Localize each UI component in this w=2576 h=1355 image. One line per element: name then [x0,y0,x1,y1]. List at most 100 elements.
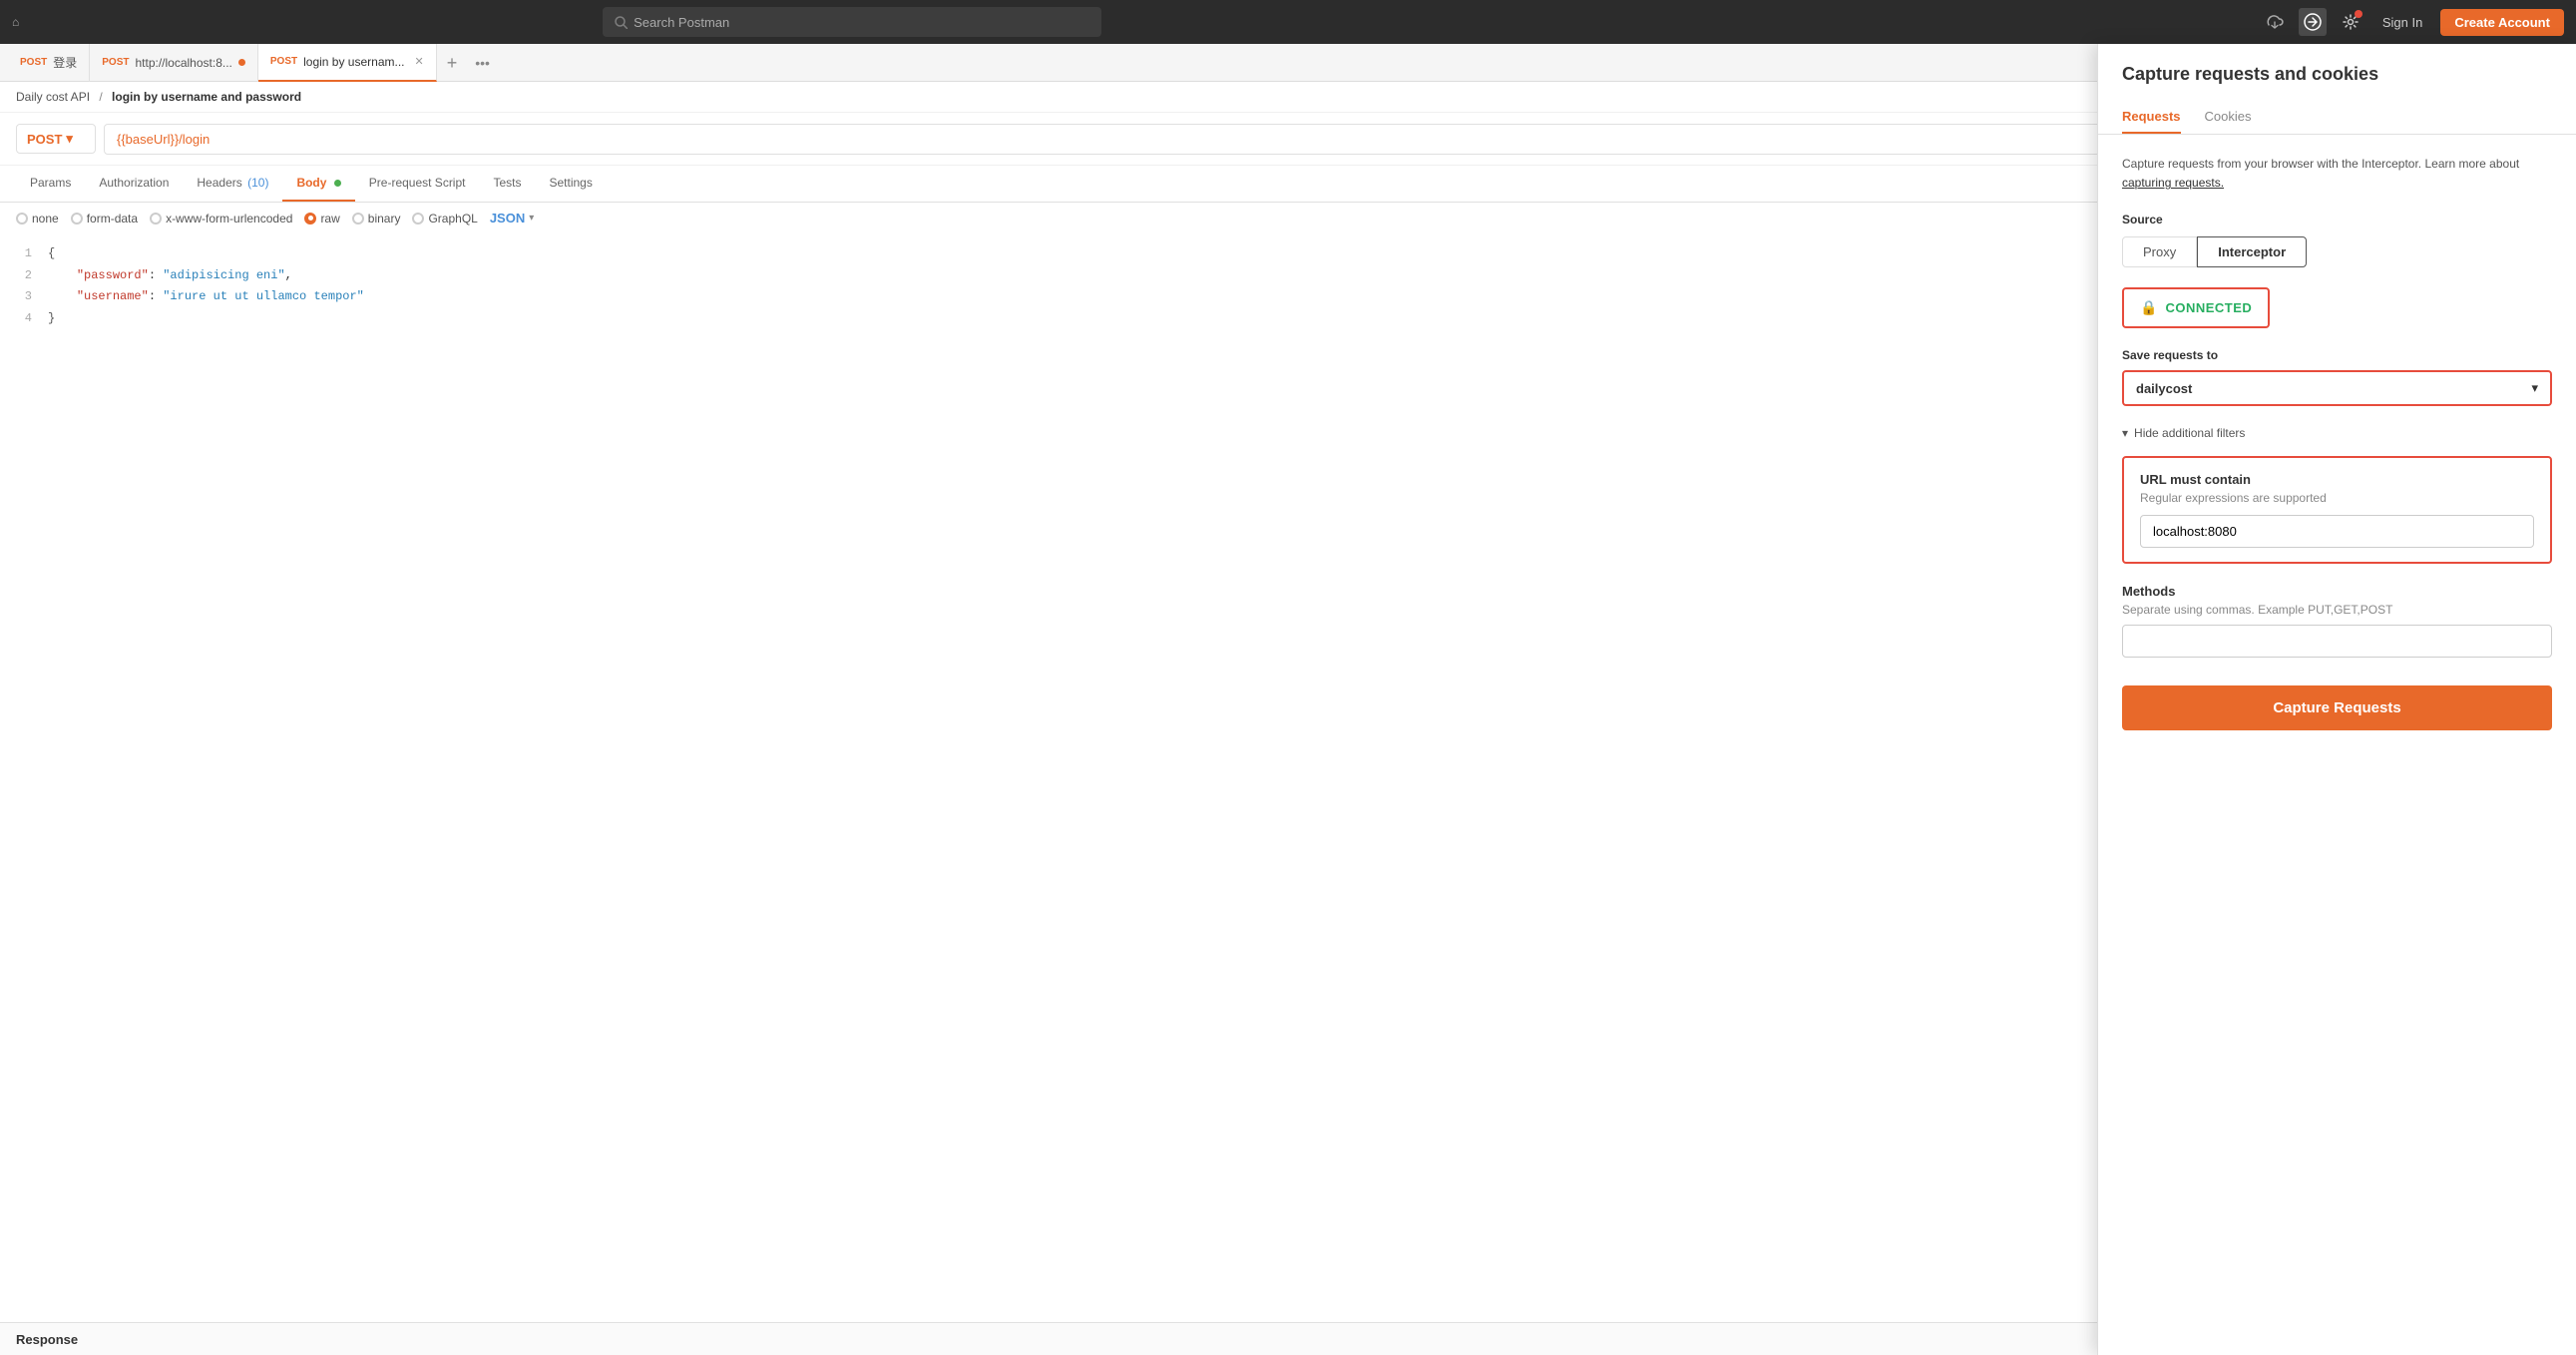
body-opt-formdata[interactable]: form-data [71,212,138,226]
tab-method-2: POST [270,56,297,67]
methods-subtitle: Separate using commas. Example PUT,GET,P… [2122,603,2552,617]
cloud-icon[interactable] [2261,8,2289,36]
tab-2[interactable]: POST login by usernam... ✕ [258,44,437,82]
method-select[interactable]: POST ▾ [16,124,96,154]
tab-0[interactable]: POST 登录 [8,44,90,82]
interceptor-icon[interactable] [2299,8,2327,36]
add-tab-button[interactable]: + [437,54,468,72]
body-opt-raw-label: raw [320,212,339,226]
url-filter-title: URL must contain [2140,472,2534,487]
tab-label-0: 登录 [53,54,77,71]
req-tab-headers[interactable]: Headers (10) [183,166,282,202]
source-interceptor-button[interactable]: Interceptor [2197,236,2307,267]
url-filter-subtitle: Regular expressions are supported [2140,491,2534,505]
save-select-value: dailycost [2136,381,2192,396]
topbar-right: Sign In Create Account [2261,8,2564,36]
body-active-dot [334,180,341,187]
radio-formdata-dot [71,213,83,225]
req-tab-settings-label: Settings [550,176,593,190]
req-tab-tests[interactable]: Tests [479,166,535,202]
connected-text: CONNECTED [2165,300,2252,315]
panel-body: Capture requests from your browser with … [2098,135,2576,750]
save-select-chevron-icon: ▾ [2531,380,2538,396]
methods-title: Methods [2122,584,2552,599]
source-proxy-button[interactable]: Proxy [2122,236,2197,267]
radio-raw-dot [304,213,316,225]
body-opt-urlencoded[interactable]: x-www-form-urlencoded [150,212,292,226]
req-tab-prerequest[interactable]: Pre-request Script [355,166,480,202]
panel-tabs: Requests Cookies [2098,101,2576,135]
signin-button[interactable]: Sign In [2374,11,2430,34]
source-interceptor-label: Interceptor [2218,244,2286,259]
methods-input[interactable] [2122,625,2552,658]
body-opt-formdata-label: form-data [87,212,138,226]
capture-requests-button[interactable]: Capture Requests [2122,685,2552,730]
save-select[interactable]: dailycost ▾ [2122,370,2552,406]
topbar: ⌂ Search Postman [0,0,2576,44]
response-label: Response [16,1332,78,1347]
method-chevron-icon: ▾ [66,131,73,147]
tab-dot-1 [238,59,245,66]
tab-label-1: http://localhost:8... [135,56,231,70]
capturing-link[interactable]: capturing requests. [2122,176,2224,190]
source-label: Source [2122,213,2552,226]
body-opt-binary[interactable]: binary [352,212,401,226]
search-placeholder: Search Postman [634,15,729,30]
breadcrumb-request: login by username and password [112,90,301,104]
req-tab-authorization[interactable]: Authorization [85,166,183,202]
body-opt-binary-label: binary [368,212,401,226]
format-selector[interactable]: JSON ▾ [490,211,534,226]
body-opt-urlencoded-label: x-www-form-urlencoded [166,212,292,226]
tab-close-2[interactable]: ✕ [415,55,424,68]
breadcrumb-collection[interactable]: Daily cost API [16,90,90,104]
req-tab-prerequest-label: Pre-request Script [369,176,466,190]
panel-description: Capture requests from your browser with … [2122,155,2552,193]
req-tab-tests-label: Tests [493,176,521,190]
settings-icon[interactable] [2337,8,2364,36]
home-icon[interactable]: ⌂ [12,15,19,29]
connected-badge[interactable]: 🔒 CONNECTED [2122,287,2270,328]
req-tab-params[interactable]: Params [16,166,85,202]
lock-icon: 🔒 [2140,299,2157,316]
req-tab-body-label: Body [296,176,326,190]
save-label: Save requests to [2122,348,2552,362]
body-opt-raw[interactable]: raw [304,212,339,226]
source-proxy-label: Proxy [2143,244,2176,259]
url-filter-input[interactable] [2140,515,2534,548]
source-buttons: Proxy Interceptor [2122,236,2552,267]
body-opt-graphql-label: GraphQL [428,212,477,226]
body-opt-graphql[interactable]: GraphQL [412,212,477,226]
more-tabs-button[interactable]: ••• [467,55,498,71]
url-input[interactable] [104,124,2406,155]
radio-graphql-dot [412,213,424,225]
body-opt-none-label: none [32,212,59,226]
methods-section: Methods Separate using commas. Example P… [2122,584,2552,658]
search-bar[interactable]: Search Postman [603,7,1101,37]
tab-method-0: POST [20,57,47,68]
panel-tab-requests[interactable]: Requests [2122,101,2181,134]
breadcrumb-sep: / [99,90,106,104]
filter-toggle-label: Hide additional filters [2134,426,2245,440]
filters-toggle[interactable]: ▾ Hide additional filters [2122,426,2552,440]
panel-header: Capture requests and cookies Requests Co… [2098,44,2576,135]
radio-binary-dot [352,213,364,225]
notification-badge [2355,10,2362,18]
req-tab-params-label: Params [30,176,71,190]
format-json-label: JSON [490,211,525,226]
req-tab-headers-label: Headers [197,176,241,190]
search-icon [615,16,628,29]
tab-1[interactable]: POST http://localhost:8... [90,44,258,82]
req-tab-settings[interactable]: Settings [536,166,607,202]
url-filter-box: URL must contain Regular expressions are… [2122,456,2552,564]
tab-method-1: POST [102,57,129,68]
tab-label-2: login by usernam... [303,55,404,69]
capture-panel: Capture requests and cookies Requests Co… [2097,44,2576,1355]
create-account-button[interactable]: Create Account [2440,9,2564,36]
radio-urlencoded-dot [150,213,162,225]
panel-tab-requests-label: Requests [2122,109,2181,124]
body-opt-none[interactable]: none [16,212,59,226]
req-tab-authorization-label: Authorization [99,176,169,190]
panel-tab-cookies[interactable]: Cookies [2205,101,2252,134]
req-tab-body[interactable]: Body [282,166,354,202]
format-dropdown-icon: ▾ [529,213,534,224]
